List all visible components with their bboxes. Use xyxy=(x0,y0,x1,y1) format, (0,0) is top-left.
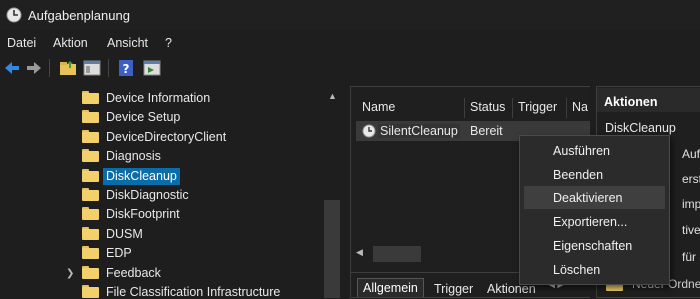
folder-icon xyxy=(82,207,99,220)
tree-item[interactable]: ❯ Feedback xyxy=(0,264,320,283)
tree-item-label: File Classification Infrastructure xyxy=(106,285,281,298)
tree-item[interactable]: Device Information xyxy=(0,89,320,108)
tree-item-label: DeviceDirectoryClient xyxy=(106,130,227,144)
actions-title: Aktionen xyxy=(604,95,658,109)
folder-icon xyxy=(82,91,99,104)
tree-item-label: Device Information xyxy=(106,91,211,105)
menu-help[interactable]: ? xyxy=(165,36,172,50)
toolbar-separator xyxy=(49,59,50,77)
action-item[interactable]: für a xyxy=(682,250,700,264)
toolbar-separator xyxy=(108,59,109,77)
toolbar: ? xyxy=(0,56,700,82)
column-trigger[interactable]: Trigger xyxy=(518,100,557,114)
menu-item-label: Beenden xyxy=(553,168,604,182)
tree-item-diskcleanup[interactable]: DiskCleanup xyxy=(0,167,320,186)
folder-icon xyxy=(82,266,99,279)
tree-item[interactable]: DiskDiagnostic xyxy=(0,186,320,205)
folder-up-icon[interactable] xyxy=(58,58,78,78)
clock-icon xyxy=(362,124,376,138)
menu-item-label: Deaktivieren xyxy=(553,191,623,205)
action-pane-icon[interactable] xyxy=(142,58,162,78)
context-menu-beenden[interactable]: Beenden xyxy=(524,163,665,186)
context-menu-exportieren[interactable]: Exportieren... xyxy=(524,210,665,233)
tree-item[interactable]: DUSM xyxy=(0,225,320,244)
folder-icon xyxy=(82,149,99,162)
tree-item-label: Device Setup xyxy=(106,110,181,124)
folder-icon xyxy=(82,169,99,182)
scroll-up-arrow-icon[interactable]: ▲ xyxy=(328,91,338,101)
chevron-right-icon[interactable]: ❯ xyxy=(66,268,74,279)
menu-datei[interactable]: Datei xyxy=(7,36,36,50)
column-name[interactable]: Name xyxy=(362,100,395,114)
folder-icon xyxy=(82,246,99,259)
tab-trigger[interactable]: Trigger xyxy=(434,282,473,296)
tree-item[interactable]: DiskFootprint xyxy=(0,205,320,224)
column-status[interactable]: Status xyxy=(470,100,505,114)
menu-item-label: Exportieren... xyxy=(553,215,628,229)
menu-aktion[interactable]: Aktion xyxy=(53,36,88,50)
console-tree-icon[interactable] xyxy=(82,58,102,78)
folder-icon xyxy=(82,188,99,201)
task-list-header: Name Status Trigger Na xyxy=(352,98,590,118)
tree-scrollbar-thumb[interactable] xyxy=(324,200,340,298)
tree-item[interactable]: EDP xyxy=(0,244,320,263)
action-item[interactable]: Aufg xyxy=(682,147,700,161)
context-menu-loeschen[interactable]: Löschen xyxy=(524,258,665,281)
column-divider[interactable] xyxy=(512,98,513,118)
help-icon[interactable]: ? xyxy=(116,58,136,78)
column-divider[interactable] xyxy=(566,98,567,118)
tree-item[interactable]: File Classification Infrastructure xyxy=(0,283,320,298)
tree-item[interactable]: DeviceDirectoryClient xyxy=(0,128,320,147)
actions-section-diskcleanup: DiskCleanup xyxy=(605,121,676,135)
back-arrow-icon[interactable] xyxy=(2,58,22,78)
scroll-left-arrow-icon[interactable]: ◀ xyxy=(356,247,363,258)
action-item[interactable]: tive xyxy=(682,223,700,237)
context-menu-eigenschaften[interactable]: Eigenschaften xyxy=(524,234,665,257)
menu-ansicht[interactable]: Ansicht xyxy=(107,36,148,50)
task-name-cell: SilentCleanup xyxy=(378,124,460,138)
menu-item-label: Löschen xyxy=(553,263,601,277)
tree-item[interactable]: Diagnosis xyxy=(0,147,320,166)
tree-item-label: EDP xyxy=(106,246,132,260)
folder-icon xyxy=(82,285,99,298)
tab-allgemein[interactable]: Allgemein xyxy=(357,278,424,297)
context-menu-ausfuehren[interactable]: Ausführen xyxy=(524,139,665,162)
forward-arrow-icon[interactable] xyxy=(24,58,44,78)
menu-bar: Datei Aktion Ansicht ? xyxy=(0,33,700,53)
horizontal-scrollbar-thumb[interactable] xyxy=(373,246,421,262)
tree-item-label: Feedback xyxy=(106,266,161,280)
menu-item-label: Eigenschaften xyxy=(553,239,633,253)
svg-text:?: ? xyxy=(123,62,130,76)
tree-item-label: DiskCleanup xyxy=(103,168,180,185)
menu-item-label: Ausführen xyxy=(553,144,610,158)
tree-item-label: DiskFootprint xyxy=(106,207,180,221)
tree-item-label: DiskDiagnostic xyxy=(106,188,189,202)
folder-icon xyxy=(82,130,99,143)
folder-icon xyxy=(82,227,99,240)
context-menu: Ausführen Beenden Deaktivieren Exportier… xyxy=(519,135,670,285)
context-menu-deaktivieren[interactable]: Deaktivieren xyxy=(524,186,665,209)
action-item[interactable]: imp xyxy=(682,197,700,211)
tree-item[interactable]: Device Setup xyxy=(0,108,320,127)
tree-item-label: DUSM xyxy=(106,227,143,241)
column-divider[interactable] xyxy=(464,98,465,118)
action-item[interactable]: erst xyxy=(682,172,700,186)
tree-item-label: Diagnosis xyxy=(106,149,161,163)
folder-icon xyxy=(82,110,99,123)
task-status-cell: Bereit xyxy=(470,124,503,138)
window-title: Aufgabenplanung xyxy=(28,8,130,23)
task-library-tree: Device Information Device Setup DeviceDi… xyxy=(0,86,340,298)
clock-icon xyxy=(6,7,22,23)
column-next-run[interactable]: Na xyxy=(572,100,588,114)
